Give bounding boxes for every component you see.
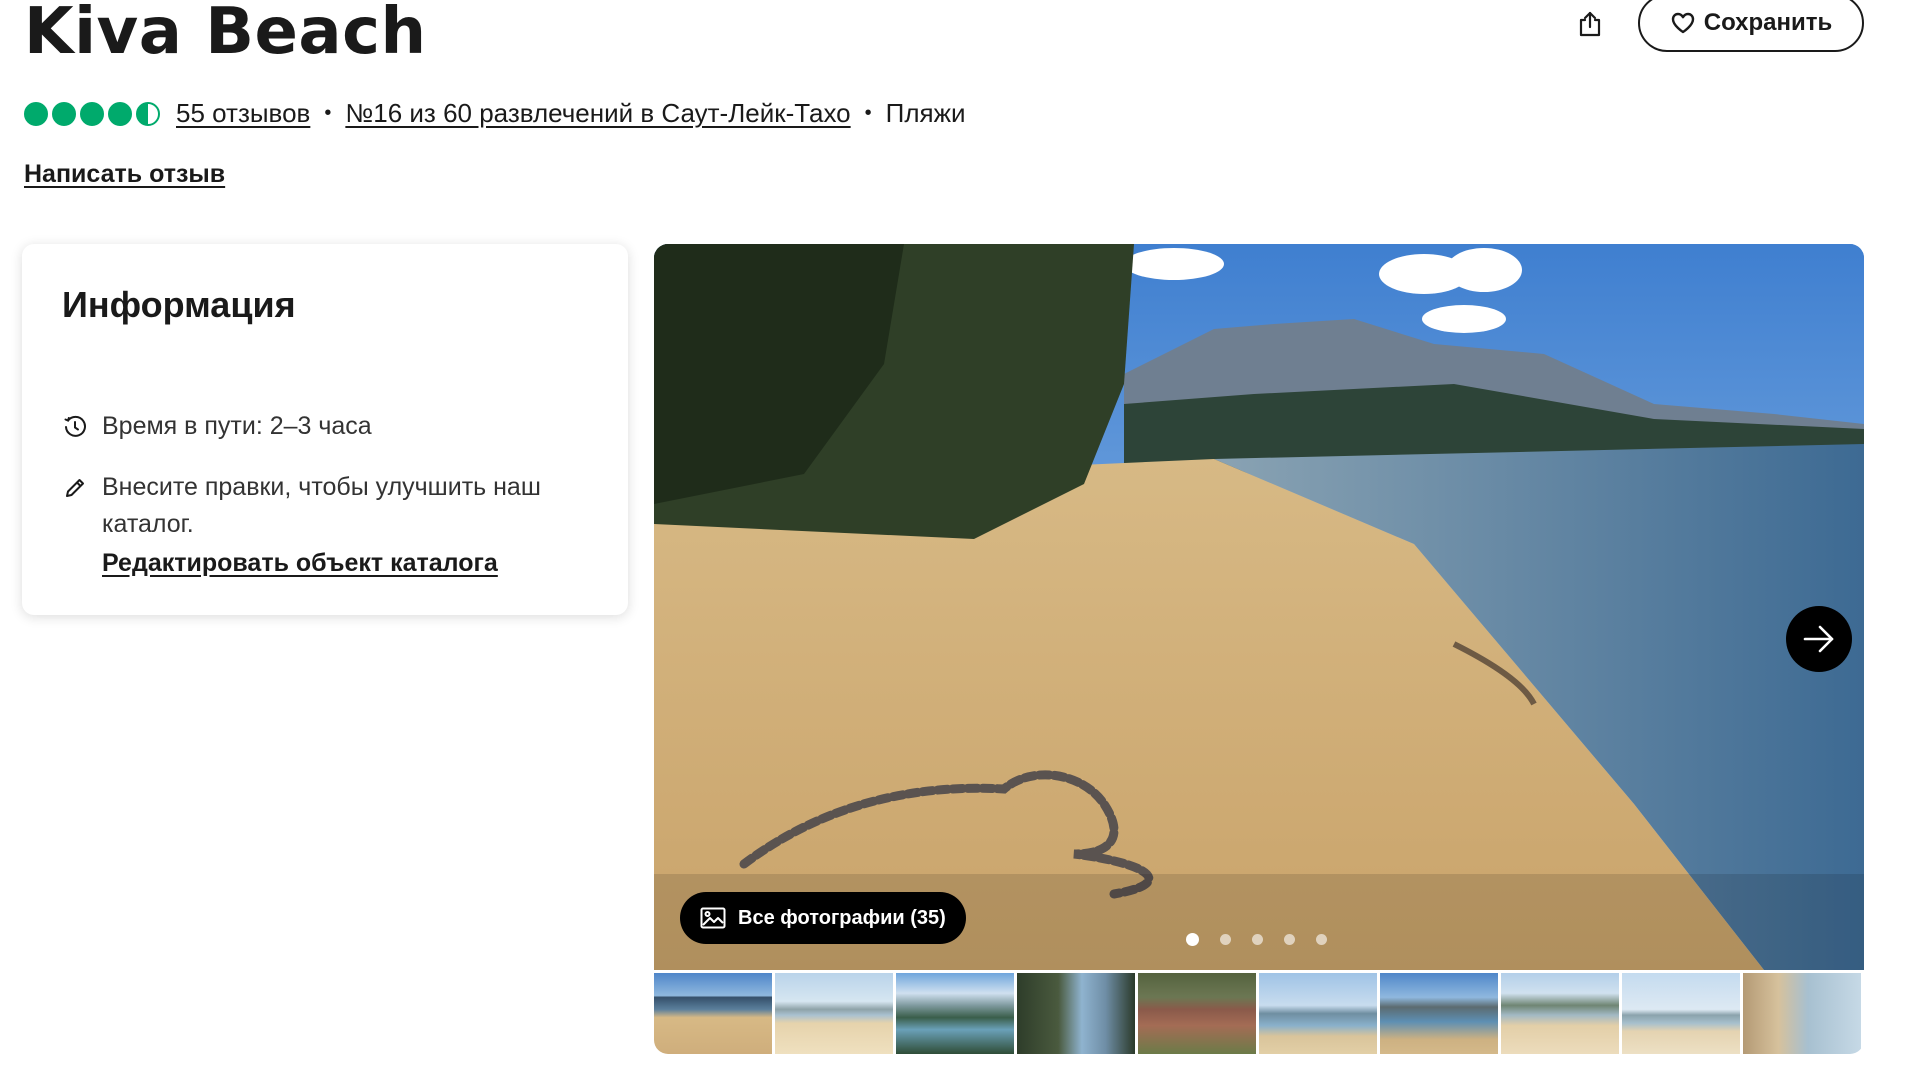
improve-row: Внесите правки, чтобы улучшить наш катал… <box>62 469 582 582</box>
improve-block: Внесите правки, чтобы улучшить наш катал… <box>102 469 582 582</box>
rating-bubbles <box>24 101 160 126</box>
category-label: Пляжи <box>885 98 966 128</box>
thumbnail-8[interactable] <box>1501 973 1619 1054</box>
carousel-dot[interactable] <box>1220 934 1231 945</box>
carousel-dot[interactable] <box>1252 934 1263 945</box>
thumbnail-3[interactable] <box>896 973 1014 1054</box>
all-photos-label: Все фотографии (35) <box>738 906 946 929</box>
page-title: Kiva Beach <box>24 0 427 69</box>
share-button[interactable] <box>1570 4 1610 44</box>
rating-bubble <box>24 101 48 126</box>
thumbnail-strip <box>654 973 1864 1054</box>
separator-dot: • <box>864 102 872 124</box>
duration-text: Время в пути: 2–3 часа <box>102 412 372 440</box>
main-photo[interactable] <box>654 244 1864 970</box>
thumbnail-4[interactable] <box>1017 973 1135 1054</box>
arrow-right-icon <box>1803 625 1834 653</box>
info-title: Информация <box>62 284 296 325</box>
thumbnail-10[interactable] <box>1743 973 1861 1054</box>
thumbnail-1[interactable] <box>654 973 772 1054</box>
carousel-dots <box>1186 933 1327 946</box>
carousel-dot[interactable] <box>1284 934 1295 945</box>
reviews-link[interactable]: 55 отзывов <box>176 98 310 129</box>
improve-text: Внесите правки, чтобы улучшить наш катал… <box>102 473 541 538</box>
rating-row: 55 отзывов • №16 из 60 развлечений в Сау… <box>24 98 966 129</box>
rating-bubble-half <box>136 101 160 126</box>
pencil-icon <box>62 469 88 506</box>
thumbnail-6[interactable] <box>1259 973 1377 1054</box>
duration-row: Время в пути: 2–3 часа <box>62 408 372 445</box>
image-icon <box>700 907 726 929</box>
rank-link[interactable]: №16 из 60 развлечений в Саут-Лейк-Тахо <box>345 98 850 129</box>
rating-bubble <box>80 101 104 126</box>
separator-dot: • <box>324 102 332 124</box>
heart-icon <box>1671 12 1694 34</box>
carousel-dot[interactable] <box>1186 933 1199 946</box>
carousel-dot[interactable] <box>1316 934 1327 945</box>
all-photos-button[interactable]: Все фотографии (35) <box>680 892 966 944</box>
thumbnail-2[interactable] <box>775 973 893 1054</box>
write-review-link[interactable]: Написать отзыв <box>24 160 225 189</box>
info-card: Информация Время в пути: 2–3 часа Внесит… <box>22 244 628 615</box>
rating-bubble <box>108 101 132 126</box>
edit-listing-link[interactable]: Редактировать объект каталога <box>102 545 582 582</box>
save-label: Сохранить <box>1703 9 1833 36</box>
next-photo-button[interactable] <box>1786 606 1852 672</box>
photo-gallery[interactable] <box>654 244 1864 970</box>
clock-icon <box>62 408 88 445</box>
share-icon <box>1579 11 1601 37</box>
thumbnail-9[interactable] <box>1622 973 1740 1054</box>
thumbnail-5[interactable] <box>1138 973 1256 1054</box>
save-button[interactable]: Сохранить <box>1638 0 1864 52</box>
rating-bubble <box>52 101 76 126</box>
thumbnail-7[interactable] <box>1380 973 1498 1054</box>
